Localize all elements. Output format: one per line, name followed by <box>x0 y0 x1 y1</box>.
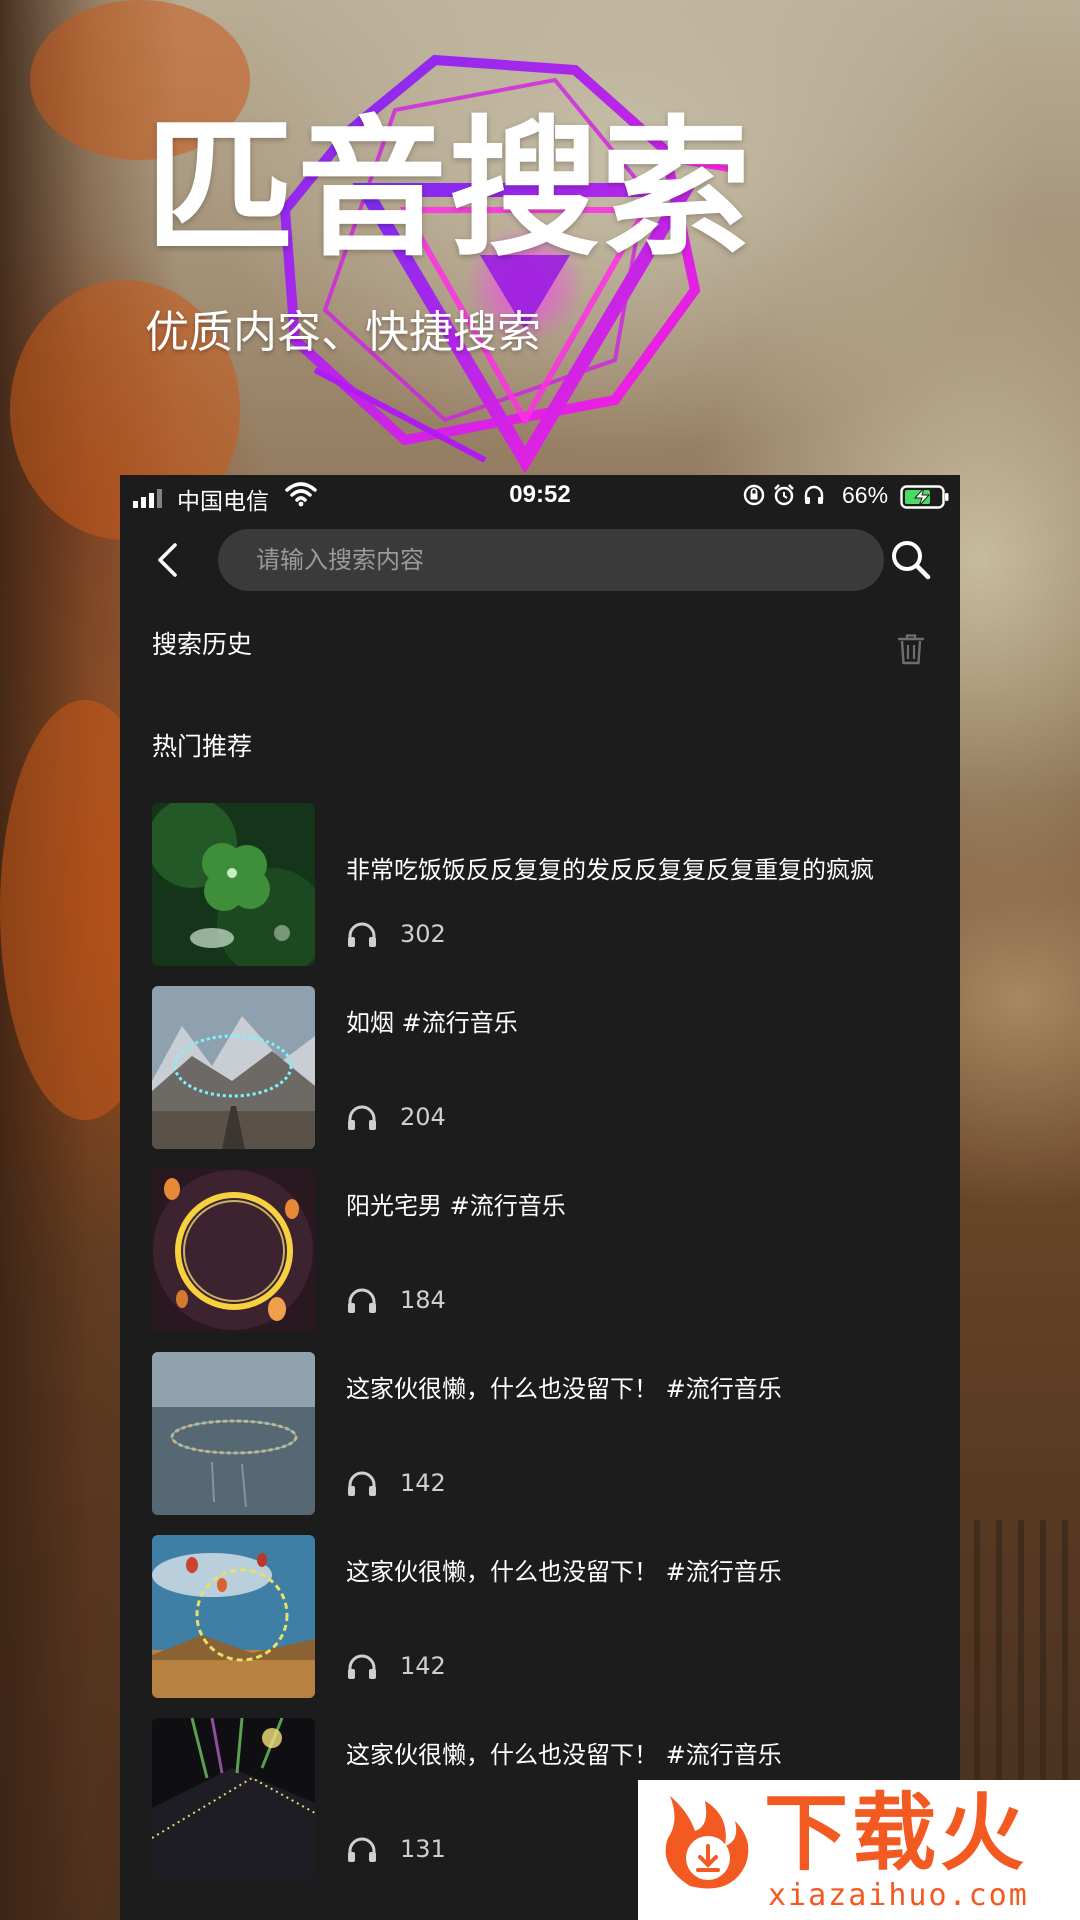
search-history-heading: 搜索历史 <box>152 630 253 659</box>
headphones-icon <box>804 485 824 504</box>
headphones-icon <box>348 1105 376 1130</box>
watermark-logo: 下载火 xiazaihuo.com <box>638 1780 1080 1920</box>
chevron-left-icon[interactable] <box>146 537 192 583</box>
hero-subtitle: 优质内容、快捷搜索 <box>145 307 541 358</box>
list-item[interactable]: 这家伙很懒，什么也没留下！ #流行音乐 142 <box>152 1535 942 1698</box>
item-title: 这家伙很懒，什么也没留下！ #流行音乐 <box>346 1741 782 1769</box>
headphones-icon <box>348 1288 376 1313</box>
play-count: 204 <box>400 1103 446 1131</box>
search-screen: 中国电信 09:52 66% 请输入搜索内容 搜索历史 热门推荐 非常吃饭饭反反… <box>120 475 960 1920</box>
status-icons <box>742 483 826 509</box>
screen-lock-icon <box>743 484 765 506</box>
hero-title: 匹音搜索 <box>145 103 754 277</box>
thumbnail-mountain-road <box>152 986 315 1149</box>
headphones-icon <box>348 922 376 947</box>
play-count: 142 <box>400 1469 446 1497</box>
watermark-name: 下载火 <box>764 1784 1029 1882</box>
search-input[interactable] <box>218 529 884 591</box>
status-bar: 中国电信 09:52 66% <box>120 475 960 517</box>
flame-download-icon <box>665 1796 749 1889</box>
thumbnail-balloons-desert <box>152 1535 315 1698</box>
play-count: 184 <box>400 1286 446 1314</box>
headphones-icon <box>348 1654 376 1679</box>
search-bar <box>120 527 960 593</box>
thumbnail-sea-horizon <box>152 1352 315 1515</box>
battery-percent: 66% <box>842 482 889 508</box>
search-icon[interactable] <box>886 535 936 585</box>
thumbnail-lanterns <box>152 1169 315 1332</box>
headphones-icon <box>348 1471 376 1496</box>
item-title: 如烟 #流行音乐 <box>346 1009 518 1037</box>
item-title: 阳光宅男 #流行音乐 <box>346 1192 566 1220</box>
clock: 09:52 <box>509 481 571 508</box>
hot-recommend-heading: 热门推荐 <box>152 732 253 761</box>
alarm-icon <box>774 484 794 506</box>
thumbnail-dark-stage <box>152 1718 315 1881</box>
play-count: 142 <box>400 1652 446 1680</box>
hot-list: 非常吃饭饭反反复复的发反反复复反复重复的疯疯 302 如烟 #流行音乐 204 … <box>152 803 942 1901</box>
battery-charging-icon <box>900 485 949 509</box>
watermark-url: xiazaihuo.com <box>768 1878 1029 1913</box>
trash-icon[interactable] <box>896 632 926 666</box>
item-title: 这家伙很懒，什么也没留下！ #流行音乐 <box>346 1558 782 1586</box>
headphones-icon <box>348 1837 376 1862</box>
list-item[interactable]: 如烟 #流行音乐 204 <box>152 986 942 1149</box>
list-item[interactable]: 阳光宅男 #流行音乐 184 <box>152 1169 942 1332</box>
item-title: 这家伙很懒，什么也没留下！ #流行音乐 <box>346 1375 782 1403</box>
list-item[interactable]: 非常吃饭饭反反复复的发反反复复反复重复的疯疯 302 <box>152 803 942 966</box>
list-item[interactable]: 这家伙很懒，什么也没留下！ #流行音乐 142 <box>152 1352 942 1515</box>
play-count: 302 <box>400 920 446 948</box>
item-title: 非常吃饭饭反反复复的发反反复复反复重复的疯疯 <box>346 856 874 884</box>
thumbnail-clover <box>152 803 315 966</box>
play-count: 131 <box>400 1835 446 1863</box>
